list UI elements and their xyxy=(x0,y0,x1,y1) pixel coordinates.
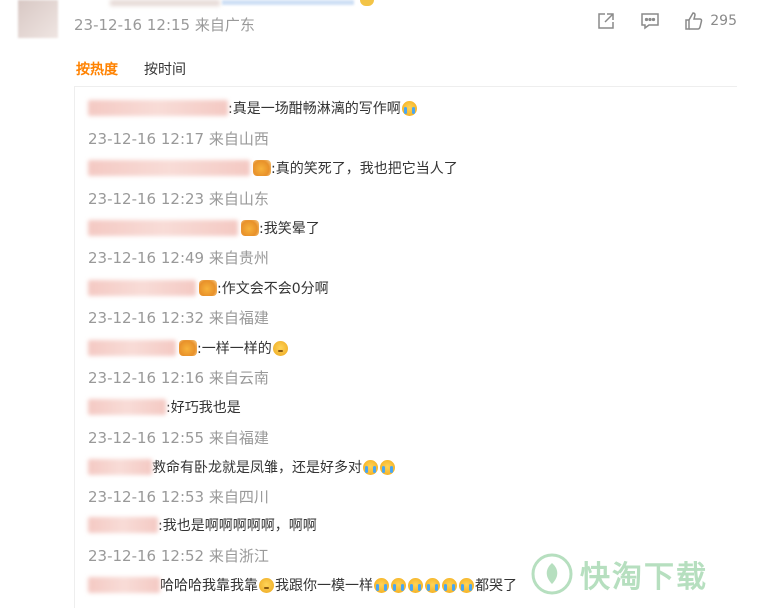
comment-location: 来自山东 xyxy=(208,190,269,208)
user-badge-icon xyxy=(179,340,197,356)
thinking-emoji-icon xyxy=(272,340,288,356)
user-badge-icon xyxy=(199,280,217,296)
username[interactable] xyxy=(88,340,176,356)
blurred-post-text xyxy=(110,0,220,6)
comment-row: :真是一场酣畅淋漓的写作啊 xyxy=(88,98,418,118)
comment-text: :真的笑死了，我也把它当人了 xyxy=(271,161,458,177)
username[interactable] xyxy=(88,399,166,415)
post-meta: 23-12-16 12:15 来自广东 xyxy=(74,14,255,35)
user-badge-icon xyxy=(241,220,259,236)
comment-row: 哈哈哈我靠我靠 我跟你一模一样 都哭了 xyxy=(88,575,517,595)
post-location: 来自广东 xyxy=(194,16,255,34)
emoji-icon xyxy=(360,0,374,6)
comment-meta: 23-12-16 12:52 来自浙江 xyxy=(88,545,269,566)
comment-time: 23-12-16 12:23 xyxy=(88,190,205,208)
comment-row: :我笑晕了 xyxy=(88,218,320,238)
username[interactable] xyxy=(88,100,228,116)
comment-meta: 23-12-16 12:17 来自山西 xyxy=(88,128,269,149)
tab-sort-by-hot[interactable]: 按热度 xyxy=(76,59,118,79)
cry-emoji-icon xyxy=(401,100,417,116)
comment-text: 我跟你一模一样 xyxy=(275,578,373,594)
comment-location: 来自四川 xyxy=(208,488,269,506)
cry-emoji-icon xyxy=(442,577,457,593)
cry-emoji-icon xyxy=(380,459,395,475)
comment-text: :好巧我也是 xyxy=(166,400,241,416)
comment-location: 来自福建 xyxy=(208,309,269,327)
comment-row: :一样一样的 xyxy=(88,338,289,358)
comment-location: 来自浙江 xyxy=(208,547,269,565)
emoji-icon xyxy=(259,577,274,593)
comment-time: 23-12-16 12:32 xyxy=(88,309,205,327)
comment-meta: 23-12-16 12:55 来自福建 xyxy=(88,427,269,448)
comment-text: :作文会不会0分啊 xyxy=(217,281,329,297)
username[interactable] xyxy=(88,220,238,236)
comment-time: 23-12-16 12:53 xyxy=(88,488,205,506)
comment-location: 来自山西 xyxy=(208,130,269,148)
avatar[interactable] xyxy=(18,0,58,38)
comment-row: :真的笑死了，我也把它当人了 xyxy=(88,158,458,178)
cry-emoji-icon xyxy=(363,459,378,475)
blurred-post-link[interactable] xyxy=(222,0,354,5)
comment-time: 23-12-16 12:52 xyxy=(88,547,205,565)
comment-text: 哈哈哈我靠我靠 xyxy=(160,578,258,594)
post-actions: 295 xyxy=(596,11,737,31)
watermark-logo-icon xyxy=(531,553,573,595)
comment-text: :真是一场酣畅淋漓的写作啊 xyxy=(228,101,401,117)
comment-time: 23-12-16 12:16 xyxy=(88,369,205,387)
comment-row: :作文会不会0分啊 xyxy=(88,278,329,298)
comment-row: :我也是啊啊啊啊啊，啊啊 xyxy=(88,515,317,535)
username[interactable] xyxy=(88,577,160,593)
cry-emoji-icon xyxy=(425,577,440,593)
watermark-text: 快淘下载 xyxy=(580,560,708,595)
tab-sort-by-time[interactable]: 按时间 xyxy=(144,59,186,79)
comment-time: 23-12-16 12:49 xyxy=(88,249,205,267)
watermark: 快淘下载 xyxy=(530,552,708,596)
like-button[interactable]: 295 xyxy=(684,11,737,31)
username[interactable] xyxy=(88,280,196,296)
comment-location: 来自云南 xyxy=(208,369,269,387)
post-timestamp: 23-12-16 12:15 xyxy=(74,16,191,34)
forward-icon[interactable] xyxy=(596,11,616,31)
like-icon xyxy=(684,11,704,31)
username[interactable] xyxy=(88,160,250,176)
comment-time: 23-12-16 12:55 xyxy=(88,429,205,447)
cry-emoji-icon xyxy=(408,577,423,593)
username[interactable] xyxy=(88,517,158,533)
comment-text: :我笑晕了 xyxy=(259,221,320,237)
like-count: 295 xyxy=(710,13,737,29)
comment-icon[interactable] xyxy=(640,11,660,31)
sort-tabs: 按热度 按时间 xyxy=(76,59,186,79)
comment-time: 23-12-16 12:17 xyxy=(88,130,205,148)
username[interactable] xyxy=(88,459,152,475)
comment-text: :一样一样的 xyxy=(197,341,272,357)
comment-meta: 23-12-16 12:53 来自四川 xyxy=(88,486,269,507)
comment-location: 来自贵州 xyxy=(208,249,269,267)
comment-meta: 23-12-16 12:49 来自贵州 xyxy=(88,247,269,268)
cry-emoji-icon xyxy=(374,577,389,593)
comment-text: 都哭了 xyxy=(475,578,517,594)
comment-text: :我也是啊啊啊啊啊，啊啊 xyxy=(158,518,317,534)
comment-meta: 23-12-16 12:23 来自山东 xyxy=(88,188,269,209)
cry-emoji-icon xyxy=(391,577,406,593)
user-badge-icon xyxy=(253,160,271,176)
comment-meta: 23-12-16 12:32 来自福建 xyxy=(88,307,269,328)
comment-meta: 23-12-16 12:16 来自云南 xyxy=(88,367,269,388)
cry-emoji-icon xyxy=(459,577,474,593)
comment-text: 救命有卧龙就是凤雏，还是好多对 xyxy=(152,460,362,476)
comment-row: 救命有卧龙就是凤雏，还是好多对 xyxy=(88,457,396,477)
comment-row: :好巧我也是 xyxy=(88,397,241,417)
comment-location: 来自福建 xyxy=(208,429,269,447)
